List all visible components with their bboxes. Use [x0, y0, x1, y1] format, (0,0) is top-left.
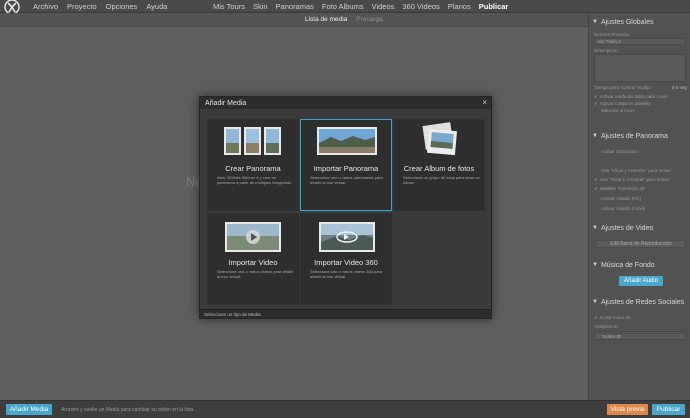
option-3d-transition[interactable]: ✓ Habilitar Transición 3D	[594, 186, 645, 192]
dialog-title: Añadir Media	[205, 100, 247, 107]
panorama-settings-section: ▼ Ajustes de Panorama	[589, 129, 690, 143]
global-settings-section: ▼ Ajustes Globales	[589, 15, 690, 29]
option-gyroscope[interactable]: Activar Giroscopio	[601, 149, 638, 154]
panorama-icon	[317, 127, 377, 155]
panorama-settings-header[interactable]: ▼ Ajustes de Panorama	[589, 129, 690, 143]
add-media-button[interactable]: Añadir Media	[6, 404, 52, 415]
bottom-bar: Añadir Media Arrastre y suelte un Media …	[0, 400, 690, 418]
tab-precarga[interactable]: Precarga	[356, 16, 382, 23]
publish-button[interactable]: Publicar	[652, 404, 685, 415]
nav-skin[interactable]: Skin	[253, 2, 268, 11]
tab-lista-de-media[interactable]: Lista de media	[305, 16, 347, 23]
nav-planos[interactable]: Planos	[448, 2, 471, 11]
card-title: Crear Album de fotos	[403, 164, 475, 173]
description-label: Descripción:	[594, 48, 619, 53]
card-description: Seleccione uno o varios panoramas para a…	[310, 175, 383, 185]
checkmark-icon: ✓	[594, 94, 598, 99]
option-touch-drag[interactable]: ✓ Usa "Tocar y Arrastrar" para mover	[594, 177, 669, 183]
chevron-down-icon: ▼	[592, 225, 598, 231]
option-smoothing-pc[interactable]: Activar Alisado (PC)	[601, 196, 641, 201]
checkmark-icon: ✓	[594, 177, 598, 182]
option-smoothing-mobile[interactable]: Activar Alisado (móvil)	[601, 206, 645, 211]
section-title: Música de Fondo	[600, 261, 655, 269]
stitch-photos-icon	[224, 127, 281, 155]
option-click-drag[interactable]: Usa "Clicar y Arrastrar" para mover	[601, 168, 671, 173]
chevron-down-icon: ▼	[592, 299, 598, 305]
edit-playback-bar-button[interactable]: Edit Barra de Reproducción	[596, 240, 686, 248]
project-name-label: Nombre Proyecto:	[594, 32, 631, 37]
add-media-dialog: Añadir Media × Crear Panorama Abre 3DVis…	[199, 96, 492, 319]
dialog-header: Añadir Media ×	[200, 97, 491, 109]
chevron-down-icon: ▼	[592, 19, 598, 25]
nav-360-videos[interactable]: 360 Videos	[402, 2, 439, 11]
card-importar-panorama[interactable]: Importar Panorama Seleccione uno o vario…	[300, 119, 392, 211]
menu-proyecto[interactable]: Proyecto	[67, 2, 97, 11]
music-header[interactable]: ▼ Música de Fondo	[589, 258, 690, 272]
card-crear-album[interactable]: Crear Album de fotos Seleccione un grupo…	[393, 119, 485, 211]
description-field[interactable]	[594, 54, 686, 82]
sub-tab-bar: Lista de media Precarga	[0, 13, 588, 27]
card-title: Crear Panorama	[225, 164, 281, 173]
nav-mis-tours[interactable]: Mis Tours	[213, 2, 245, 11]
nav-videos[interactable]: Videos	[372, 2, 395, 11]
chevron-down-icon: ▼	[592, 133, 598, 139]
card-description: Seleccione uno o varios videos 360 para …	[310, 269, 383, 279]
social-settings-header[interactable]: ▼ Ajustes de Redes Sociales	[589, 295, 690, 309]
card-description: Seleccione uno o varios videos para añad…	[217, 269, 294, 279]
card-title: Importar Video	[228, 258, 278, 267]
settings-panel: ▼ Ajustes Globales Nombre Proyecto: Sin …	[588, 13, 690, 400]
card-title: Importar Video 360	[314, 258, 378, 267]
section-title: Ajustes Globales	[600, 18, 654, 26]
checkmark-icon: ✓	[594, 186, 598, 191]
menu-ayuda[interactable]: Ayuda	[146, 2, 167, 11]
close-icon[interactable]: ×	[482, 98, 487, 107]
video-settings-header[interactable]: ▼ Ajustes de Video	[589, 221, 690, 235]
card-crear-panorama[interactable]: Crear Panorama Abre 3DVista Stitcher 4 y…	[207, 119, 299, 211]
section-title: Ajustes de Redes Sociales	[600, 298, 685, 306]
nav-foto-albums[interactable]: Foto Albums	[322, 2, 364, 11]
tooltip-time-label: Tiempo para mostrar Tooltip:	[594, 85, 652, 90]
video-360-icon	[319, 222, 375, 252]
option-include-icon[interactable]: ✓ Incluir Icono 3D	[594, 315, 631, 321]
card-importar-video-360[interactable]: Importar Video 360 Seleccione uno o vari…	[300, 213, 392, 305]
photo-album-icon	[422, 122, 457, 156]
card-title: Importar Panorama	[313, 164, 379, 173]
twitter-id-label: Twitter ID	[602, 334, 622, 339]
option-mute-start[interactable]: Silenciar al Inicio	[601, 108, 635, 113]
video-icon	[225, 222, 281, 252]
preview-button[interactable]: Vista previa	[607, 404, 648, 415]
social-settings-section: ▼ Ajustes de Redes Sociales	[589, 295, 690, 309]
card-importar-video[interactable]: Importar Video Seleccione uno o varios v…	[207, 213, 299, 305]
music-section: ▼ Música de Fondo	[589, 258, 690, 272]
card-description: Seleccione un grupo de fotos para crear …	[403, 175, 480, 185]
video-settings-section: ▼ Ajustes de Video	[589, 221, 690, 235]
option-parallel-load[interactable]: ✓ Activar Carga en paralelo	[594, 101, 651, 107]
nav-publicar[interactable]: Publicar	[479, 2, 509, 11]
dialog-footer-hint: Seleccione un tipo de Media.	[204, 312, 262, 317]
global-settings-header[interactable]: ▼ Ajustes Globales	[589, 15, 690, 29]
tooltip-time-value[interactable]: 0.6 seg	[672, 85, 687, 90]
dialog-footer: Seleccione un tipo de Media.	[200, 309, 491, 318]
card-description: Abre 3DVista Stitcher 4 y crea un panora…	[217, 175, 293, 185]
section-title: Ajustes de Panorama	[600, 132, 668, 140]
analytics-id-label: Analytics ID	[594, 324, 618, 329]
nav-panoramas[interactable]: Panoramas	[276, 2, 314, 11]
reorder-hint: Arrastre y suelte un Media para cambiar …	[61, 407, 195, 413]
section-title: Ajustes de Video	[600, 224, 654, 232]
top-menu-bar: Archivo Proyecto Opciones Ayuda Mis Tour…	[0, 0, 690, 15]
chevron-down-icon: ▼	[592, 262, 598, 268]
add-audio-button[interactable]: Añadir Audio	[619, 276, 663, 286]
checkmark-icon: ✓	[594, 315, 598, 320]
option-mouse-zoom[interactable]: ✓ Activar rueda del ratón para zoom	[594, 94, 668, 100]
project-name-field[interactable]: Sin Título 3	[594, 38, 686, 45]
menu-archivo[interactable]: Archivo	[33, 2, 58, 11]
menu-opciones[interactable]: Opciones	[106, 2, 138, 11]
twitter-id-field[interactable]: Twitter ID	[594, 333, 686, 340]
checkmark-icon: ✓	[594, 101, 598, 106]
